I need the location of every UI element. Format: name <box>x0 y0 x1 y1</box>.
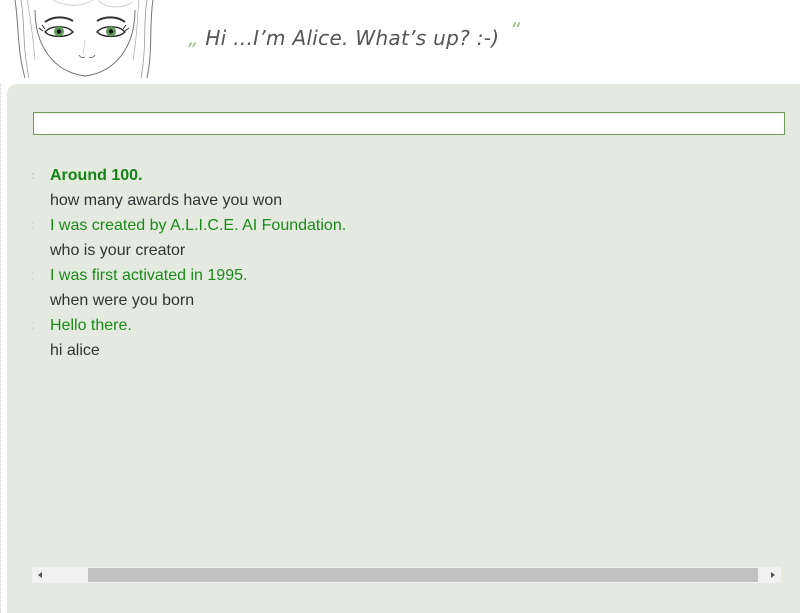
left-border <box>0 0 4 613</box>
reply-bullet-icon: : <box>31 168 35 182</box>
bot-reply-text: I was first activated in 1995. <box>50 267 248 284</box>
scroll-left-icon[interactable] <box>32 567 48 583</box>
quote-close: “ <box>510 18 521 42</box>
bot-reply: : I was first activated in 1995. <box>31 263 771 288</box>
reply-bullet-icon: : <box>31 218 35 232</box>
horizontal-scrollbar[interactable] <box>32 567 781 583</box>
user-message: who is your creator <box>50 242 186 259</box>
user-message: when were you born <box>50 292 195 309</box>
chat-entry: : I was first activated in 1995. when were… <box>31 263 771 313</box>
reply-bullet-icon: : <box>31 268 35 282</box>
bot-reply: : Around 100. <box>31 163 771 188</box>
greeting-text: „ Hi ...I’m Alice. What’s up? :-) “ <box>188 18 521 50</box>
greeting-message: Hi ...I’m Alice. What’s up? :-) <box>205 26 500 50</box>
bot-reply-text: Around 100. <box>50 167 143 184</box>
scrollbar-thumb[interactable] <box>88 568 758 582</box>
alice-face-sketch-icon <box>13 0 160 78</box>
chat-entry: : Around 100. how many awards have you won <box>31 163 771 213</box>
header: „ Hi ...I’m Alice. What’s up? :-) “ <box>0 0 800 84</box>
user-message: how many awards have you won <box>50 192 283 209</box>
chat-panel: : Around 100. how many awards have you won… <box>7 84 800 613</box>
user-message: hi alice <box>50 342 100 359</box>
reply-bullet-icon: : <box>31 318 35 332</box>
page: „ Hi ...I’m Alice. What’s up? :-) “ : Aro… <box>0 0 800 613</box>
quote-open: „ <box>188 26 199 50</box>
conversation-log: : Around 100. how many awards have you won… <box>31 163 771 363</box>
chat-entry: : Hello there. hi alice <box>31 313 771 363</box>
bot-reply: : I was created by A.L.I.C.E. AI Foundati… <box>31 213 771 238</box>
scroll-right-icon[interactable] <box>765 567 781 583</box>
bot-reply: : Hello there. <box>31 313 771 338</box>
bot-reply-text: I was created by A.L.I.C.E. AI Foundatio… <box>50 217 347 234</box>
bot-reply-text: Hello there. <box>50 317 132 334</box>
chat-entry: : I was created by A.L.I.C.E. AI Foundati… <box>31 213 771 263</box>
chat-input[interactable] <box>33 112 785 135</box>
